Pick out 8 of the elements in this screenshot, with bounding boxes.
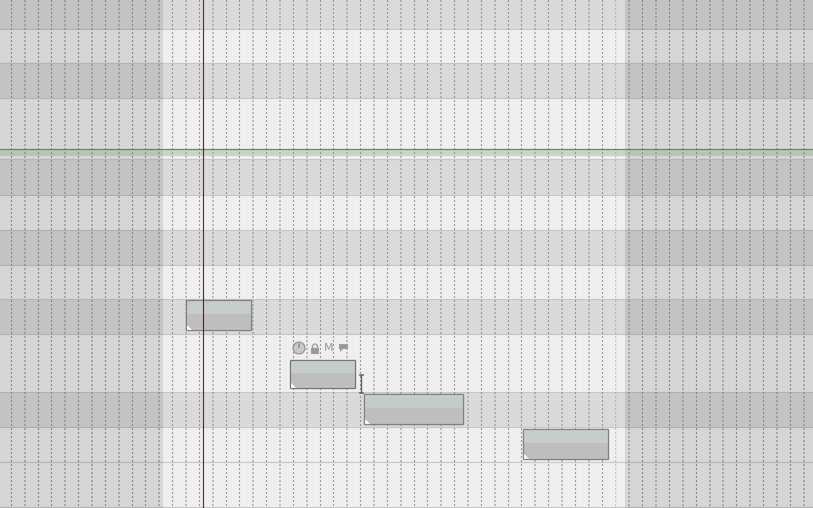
note-block[interactable] <box>364 394 464 425</box>
note-block[interactable] <box>290 360 356 389</box>
note-block[interactable] <box>186 300 252 331</box>
note-block[interactable] <box>523 429 609 460</box>
lock-icon[interactable] <box>310 342 320 354</box>
resize-cursor-icon <box>358 374 365 394</box>
speech-bubble-icon[interactable] <box>338 343 348 353</box>
mute-toggle[interactable]: M <box>324 341 334 355</box>
